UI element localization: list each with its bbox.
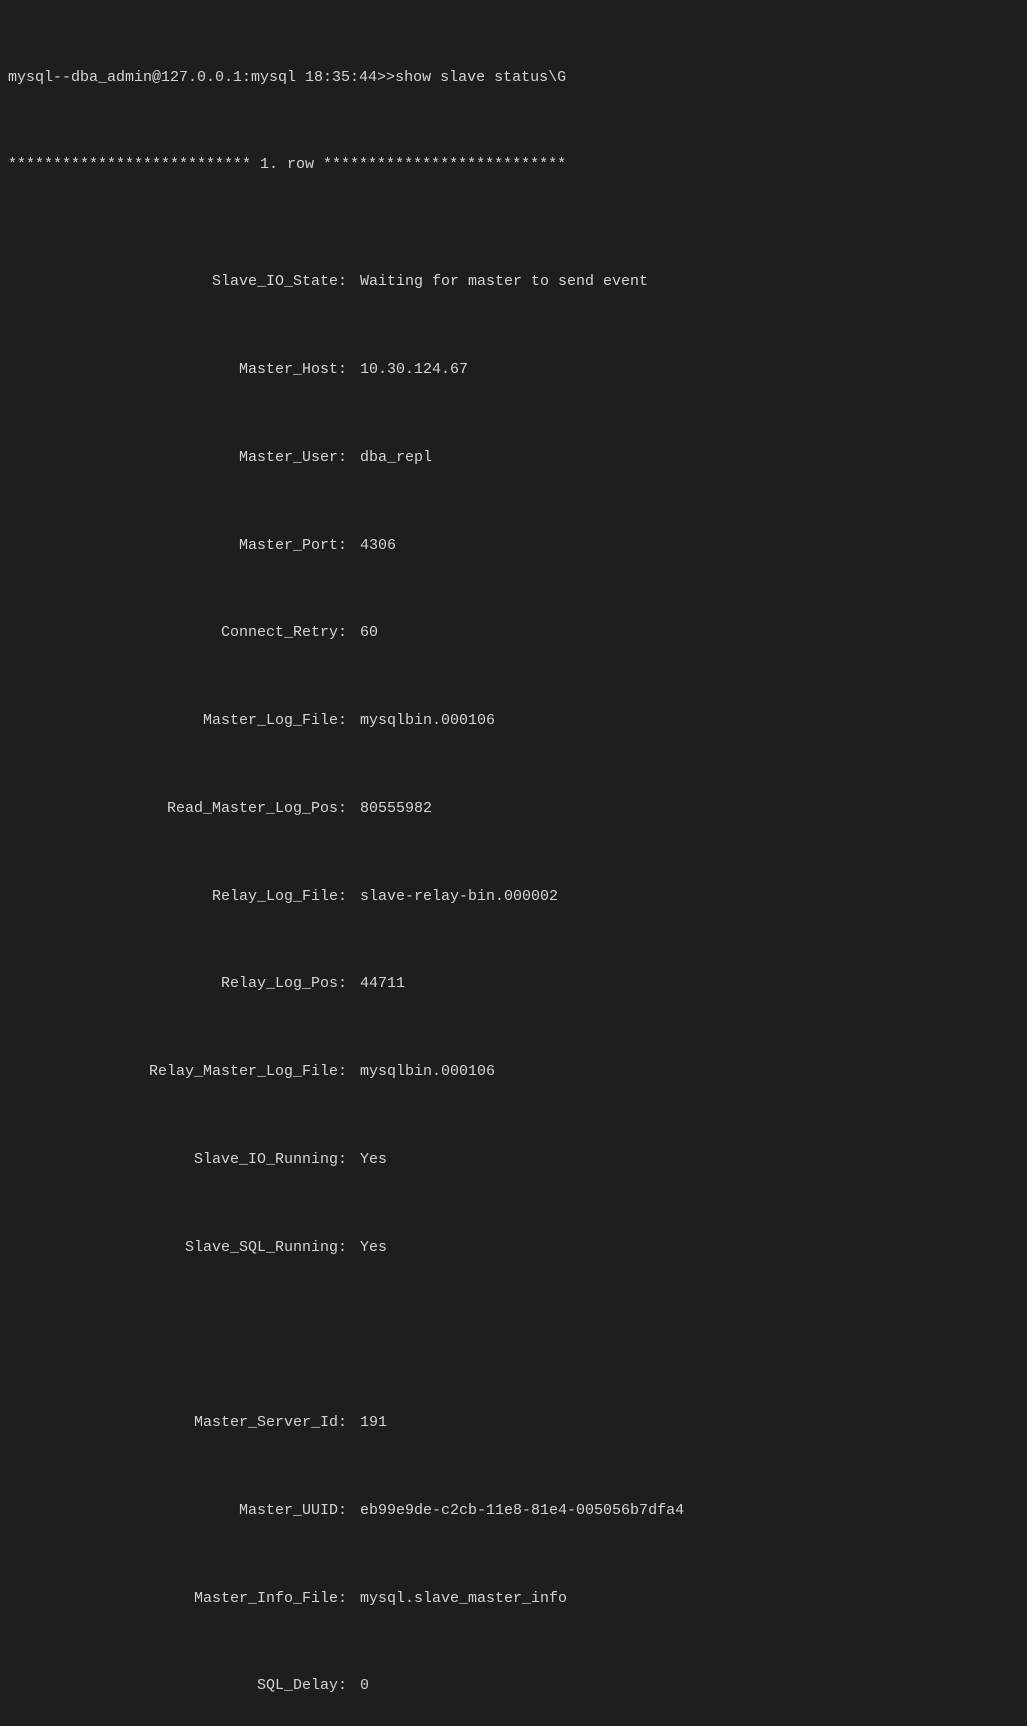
- status-key: Master_Host: [8, 355, 338, 384]
- status-slave-io-running: Slave_IO_Running: Yes: [8, 1145, 1019, 1174]
- status-value: Waiting for master to send event: [360, 267, 648, 296]
- status-key: Relay_Master_Log_File: [8, 1057, 338, 1086]
- status-value: 0: [360, 1671, 369, 1700]
- status-value: mysqlbin.000106: [360, 706, 495, 735]
- status-master-host: Master_Host: 10.30.124.67: [8, 355, 1019, 384]
- status-value: 44711: [360, 969, 405, 998]
- row-header: *************************** 1. row *****…: [8, 150, 1019, 179]
- status-key: Slave_SQL_Running: [8, 1233, 338, 1262]
- status-read-master-log-pos: Read_Master_Log_Pos: 80555982: [8, 794, 1019, 823]
- status-master-info-file: Master_Info_File: mysql.slave_master_inf…: [8, 1584, 1019, 1613]
- status-key: Relay_Log_File: [8, 882, 338, 911]
- status-key: SQL_Delay: [8, 1671, 338, 1700]
- status-connect-retry: Connect_Retry: 60: [8, 618, 1019, 647]
- status-value: dba_repl: [360, 443, 432, 472]
- status-slave-sql-running: Slave_SQL_Running: Yes: [8, 1233, 1019, 1262]
- status-key: Read_Master_Log_Pos: [8, 794, 338, 823]
- status-relay-master-log-file: Relay_Master_Log_File: mysqlbin.000106: [8, 1057, 1019, 1086]
- status-value: mysqlbin.000106: [360, 1057, 495, 1086]
- status-sql-delay: SQL_Delay: 0: [8, 1671, 1019, 1700]
- status-master-user: Master_User: dba_repl: [8, 443, 1019, 472]
- status-relay-log-file: Relay_Log_File: slave-relay-bin.000002: [8, 882, 1019, 911]
- status-value: 60: [360, 618, 378, 647]
- status-master-uuid: Master_UUID: eb99e9de-c2cb-11e8-81e4-005…: [8, 1496, 1019, 1525]
- status-value: slave-relay-bin.000002: [360, 882, 558, 911]
- status-value: 4306: [360, 531, 396, 560]
- status-value: 191: [360, 1408, 387, 1437]
- mysql-prompt: mysql--dba_admin@127.0.0.1:mysql 18:35:4…: [8, 63, 1019, 92]
- status-value: Yes: [360, 1233, 387, 1262]
- status-key: Relay_Log_Pos: [8, 969, 338, 998]
- status-key: Master_User: [8, 443, 338, 472]
- status-key: Slave_IO_State: [8, 267, 338, 296]
- status-key: Master_Server_Id: [8, 1408, 338, 1437]
- status-master-server-id: Master_Server_Id: 191: [8, 1408, 1019, 1437]
- status-key: Master_Port: [8, 531, 338, 560]
- status-value: 10.30.124.67: [360, 355, 468, 384]
- status-value: 80555982: [360, 794, 432, 823]
- status-master-log-file: Master_Log_File: mysqlbin.000106: [8, 706, 1019, 735]
- status-value: Yes: [360, 1145, 387, 1174]
- status-key: Master_UUID: [8, 1496, 338, 1525]
- status-key: Master_Log_File: [8, 706, 338, 735]
- status-master-port: Master_Port: 4306: [8, 531, 1019, 560]
- status-value: eb99e9de-c2cb-11e8-81e4-005056b7dfa4: [360, 1496, 684, 1525]
- status-key: Connect_Retry: [8, 618, 338, 647]
- status-relay-log-pos: Relay_Log_Pos: 44711: [8, 969, 1019, 998]
- status-key: Slave_IO_Running: [8, 1145, 338, 1174]
- status-key: Master_Info_File: [8, 1584, 338, 1613]
- status-slave-io-state: Slave_IO_State: Waiting for master to se…: [8, 267, 1019, 296]
- blank-line: [8, 1320, 1019, 1349]
- terminal-output: mysql--dba_admin@127.0.0.1:mysql 18:35:4…: [8, 4, 1019, 1726]
- status-value: mysql.slave_master_info: [360, 1584, 567, 1613]
